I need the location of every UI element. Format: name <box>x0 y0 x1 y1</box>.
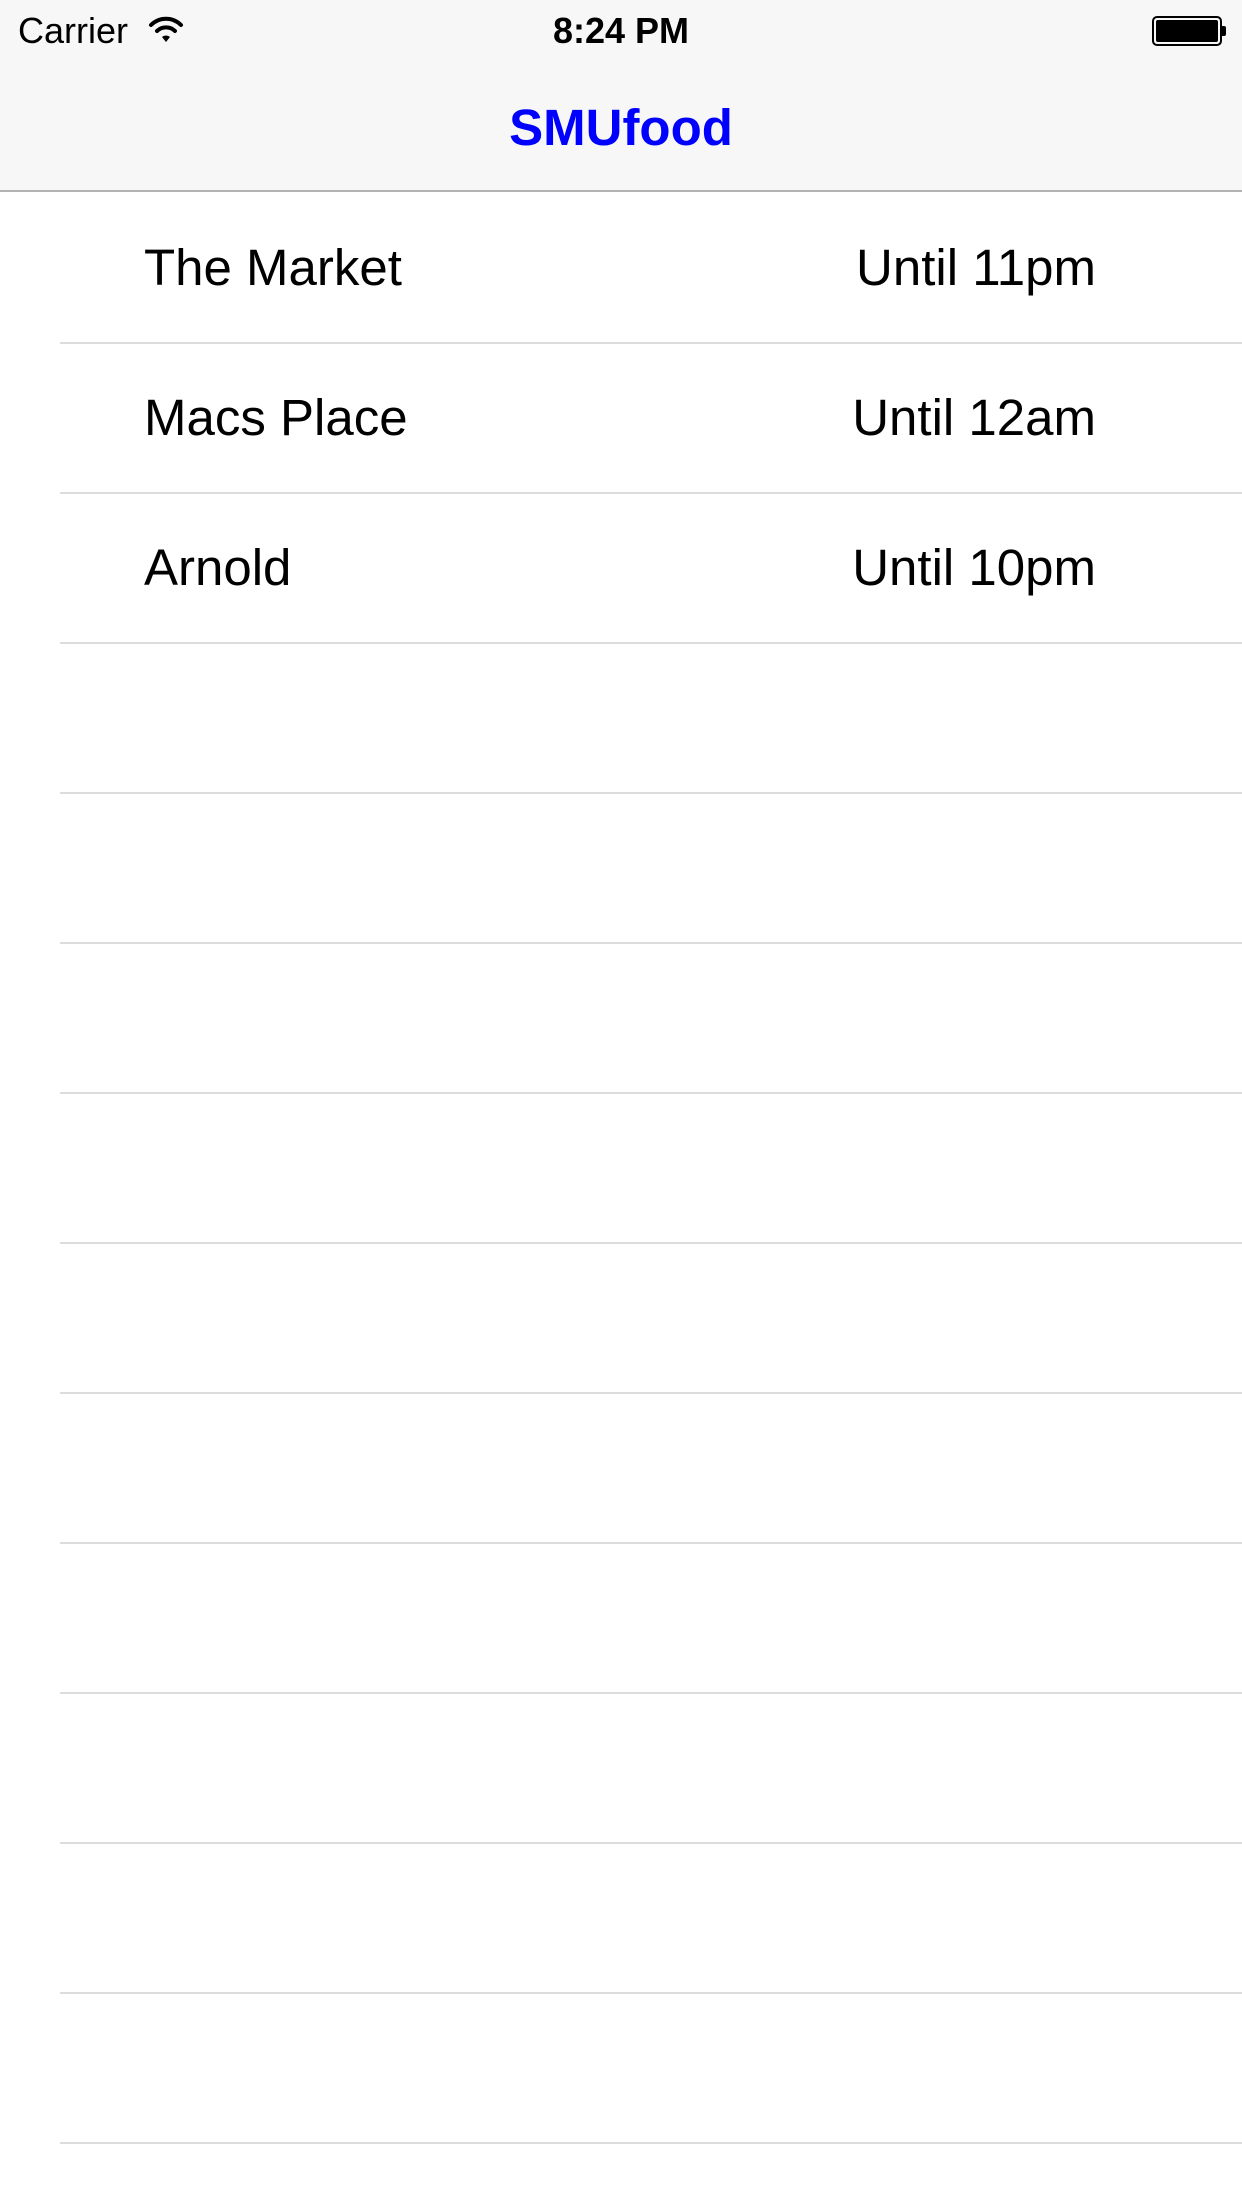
empty-table-row <box>0 1244 1242 1394</box>
navigation-bar: Carrier 8:24 PM SMUfood <box>0 0 1242 192</box>
place-hours: Until 12am <box>852 389 1096 446</box>
empty-rows <box>0 644 1242 2144</box>
place-hours: Until 10pm <box>852 539 1096 596</box>
place-name: Macs Place <box>144 389 408 446</box>
empty-table-row <box>0 944 1242 1094</box>
empty-table-row <box>0 1094 1242 1244</box>
place-hours: Until 11pm <box>856 239 1096 296</box>
place-name: The Market <box>144 239 402 296</box>
place-name: Arnold <box>144 539 292 596</box>
status-bar: Carrier 8:24 PM <box>0 0 1242 60</box>
empty-table-row <box>0 1694 1242 1844</box>
empty-table-row <box>0 1994 1242 2144</box>
places-table: The Market Until 11pm Macs Place Until 1… <box>0 194 1242 2144</box>
empty-table-row <box>0 1844 1242 1994</box>
empty-table-row <box>0 644 1242 794</box>
empty-table-row <box>0 1394 1242 1544</box>
table-row[interactable]: Arnold Until 10pm <box>0 494 1242 644</box>
page-title: SMUfood <box>509 99 733 156</box>
status-time: 8:24 PM <box>552 10 690 51</box>
battery-icon <box>1152 16 1228 46</box>
table-row[interactable]: The Market Until 11pm <box>0 194 1242 344</box>
empty-table-row <box>0 794 1242 944</box>
table-row[interactable]: Macs Place Until 12am <box>0 344 1242 494</box>
empty-table-row <box>0 1544 1242 1694</box>
